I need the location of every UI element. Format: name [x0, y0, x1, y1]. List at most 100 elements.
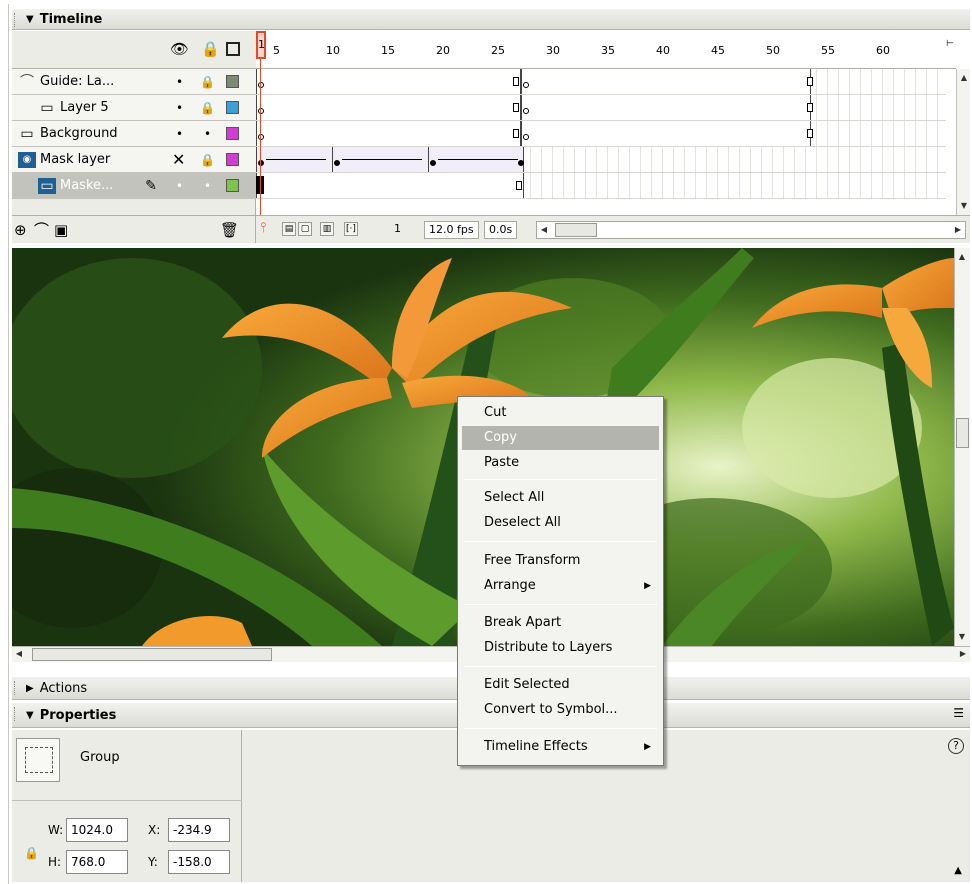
menu-item-cut[interactable]: Cut — [462, 401, 659, 425]
menu-item-free-transform[interactable]: Free Transform — [462, 549, 659, 573]
layer-row-guide[interactable]: ⌒ Guide: La... • 🔒 — [12, 69, 256, 95]
add-layer-icon[interactable]: ⊕ — [14, 222, 27, 238]
scroll-down-icon[interactable]: ▼ — [955, 630, 969, 644]
scroll-left-icon[interactable]: ◀ — [12, 647, 26, 661]
menu-item-deselect-all[interactable]: Deselect All — [462, 511, 659, 535]
frame-row-guide[interactable] — [256, 69, 946, 95]
center-frame-icon[interactable]: ⫯ — [260, 220, 266, 236]
layer-row-mask[interactable]: ◉ Mask layer ✕ 🔒 — [12, 147, 256, 173]
panel-grip[interactable] — [14, 707, 17, 721]
flash-authoring-window: ▼ Timeline 👁 🔒 ⌒ Guide: La... • 🔒 ▭ Laye… — [0, 0, 972, 884]
keyframe[interactable] — [523, 82, 529, 88]
keyframe[interactable] — [518, 160, 524, 166]
height-field[interactable]: 768.0 — [66, 850, 128, 874]
scroll-up-icon[interactable]: ▲ — [957, 71, 971, 85]
keyframe[interactable] — [430, 160, 436, 166]
scroll-right-icon[interactable]: ▶ — [956, 647, 970, 661]
frame-span[interactable] — [256, 173, 524, 198]
lock-toggle[interactable]: • — [204, 180, 211, 192]
keyframe[interactable] — [523, 134, 529, 140]
keyframe[interactable] — [258, 108, 264, 114]
frame-row-background[interactable] — [256, 121, 946, 147]
lock-icon[interactable]: 🔒 — [200, 101, 215, 115]
lock-icon[interactable]: 🔒 — [200, 75, 215, 89]
add-guide-layer-icon[interactable]: ⌒ — [34, 222, 49, 238]
keyframe[interactable] — [258, 82, 264, 88]
collapse-triangle-icon[interactable]: ▼ — [26, 710, 34, 721]
help-icon[interactable]: ? — [948, 738, 964, 754]
lock-toggle[interactable]: • — [204, 128, 211, 140]
layer-color-swatch[interactable] — [226, 127, 239, 140]
lock-proportions-icon[interactable]: 🔒 — [24, 846, 39, 860]
frame-ruler[interactable]: 5 10 15 20 25 30 35 40 45 50 55 60 1 ⊢ — [256, 31, 956, 69]
frame-area[interactable]: 5 10 15 20 25 30 35 40 45 50 55 60 1 ⊢ — [256, 31, 956, 243]
outline-icon[interactable] — [226, 42, 240, 56]
timeline-panel-header[interactable]: ▼ Timeline — [12, 8, 970, 30]
menu-item-select-all[interactable]: Select All — [462, 486, 659, 510]
frame-span[interactable] — [521, 95, 811, 120]
trash-icon[interactable]: 🗑 — [220, 222, 239, 238]
menu-item-arrange[interactable]: Arrange ▶ — [462, 574, 659, 598]
frame-span[interactable] — [256, 95, 521, 120]
menu-item-paste[interactable]: Paste — [462, 451, 659, 475]
menu-item-break-apart[interactable]: Break Apart — [462, 611, 659, 635]
scroll-up-icon[interactable]: ▲ — [955, 250, 969, 264]
timeline-horizontal-scrollbar[interactable]: ◀ ▶ — [536, 221, 966, 239]
menu-item-distribute-to-layers[interactable]: Distribute to Layers — [462, 636, 659, 660]
lock-icon[interactable]: 🔒 — [200, 153, 215, 167]
layer-color-swatch[interactable] — [226, 179, 239, 192]
visibility-toggle[interactable]: • — [176, 76, 183, 88]
scroll-right-icon[interactable]: ▶ — [951, 223, 965, 237]
menu-item-copy[interactable]: Copy — [462, 426, 659, 450]
scroll-thumb[interactable] — [555, 223, 597, 237]
expand-triangle-icon[interactable]: ▶ — [26, 683, 34, 694]
panel-options-icon[interactable]: ☰ — [953, 706, 964, 720]
menu-item-edit-selected[interactable]: Edit Selected — [462, 673, 659, 697]
frame-span[interactable] — [256, 69, 521, 94]
scroll-left-icon[interactable]: ◀ — [537, 223, 551, 237]
menu-item-timeline-effects[interactable]: Timeline Effects ▶ — [462, 735, 659, 759]
scroll-thumb[interactable] — [956, 418, 969, 448]
layer-color-swatch[interactable] — [226, 153, 239, 166]
modify-onion-markers-icon[interactable]: [·] — [344, 222, 358, 236]
frame-row-layer-5[interactable] — [256, 95, 946, 121]
frame-span[interactable] — [521, 69, 811, 94]
layer-row-background[interactable]: ▭ Background • • — [12, 121, 256, 147]
stage-vertical-scrollbar[interactable]: ▲ ▼ — [954, 248, 970, 646]
y-field[interactable]: -158.0 — [168, 850, 230, 874]
x-field[interactable]: -234.9 — [168, 818, 230, 842]
frame-row-masked[interactable] — [256, 173, 946, 199]
scroll-thumb[interactable] — [32, 648, 272, 661]
panel-grip[interactable] — [14, 681, 17, 695]
visibility-toggle[interactable]: • — [176, 180, 183, 192]
panel-grip[interactable] — [14, 13, 17, 27]
frame-span[interactable] — [256, 121, 521, 146]
playhead[interactable]: 1 — [256, 31, 266, 59]
frame-span[interactable] — [521, 121, 811, 146]
keyframe[interactable] — [258, 134, 264, 140]
onion-skin-outlines-icon[interactable]: ▢ — [298, 222, 312, 236]
lock-icon[interactable]: 🔒 — [201, 41, 220, 57]
timeline-vertical-scrollbar[interactable]: ▲ ▼ — [956, 69, 970, 215]
layer-row-layer-5[interactable]: ▭ Layer 5 • 🔒 — [12, 95, 256, 121]
layer-row-masked[interactable]: ▭ Maske... ✎ • • — [12, 173, 256, 199]
keyframe[interactable] — [258, 160, 264, 166]
width-field[interactable]: 1024.0 — [66, 818, 128, 842]
add-folder-icon[interactable]: ▣ — [54, 222, 68, 238]
scroll-down-icon[interactable]: ▼ — [957, 199, 971, 213]
frame-row-mask[interactable] — [256, 147, 946, 173]
layer-color-swatch[interactable] — [226, 75, 239, 88]
expand-panel-icon[interactable]: ▲ — [954, 865, 962, 876]
edit-multiple-frames-icon[interactable]: ▥ — [320, 222, 334, 236]
visibility-toggle[interactable]: • — [176, 102, 183, 114]
menu-item-convert-to-symbol[interactable]: Convert to Symbol... — [462, 698, 659, 722]
layer-color-swatch[interactable] — [226, 101, 239, 114]
hidden-toggle-icon[interactable]: ✕ — [172, 151, 185, 167]
onion-skin-icon[interactable]: ▤ — [282, 222, 296, 236]
keyframe[interactable] — [523, 108, 529, 114]
frame-view-menu-icon[interactable]: ⊢ — [946, 39, 954, 49]
collapse-triangle-icon[interactable]: ▼ — [26, 14, 34, 25]
visibility-toggle[interactable]: • — [176, 128, 183, 140]
eye-icon[interactable]: 👁 — [170, 41, 189, 57]
keyframe[interactable] — [334, 160, 340, 166]
